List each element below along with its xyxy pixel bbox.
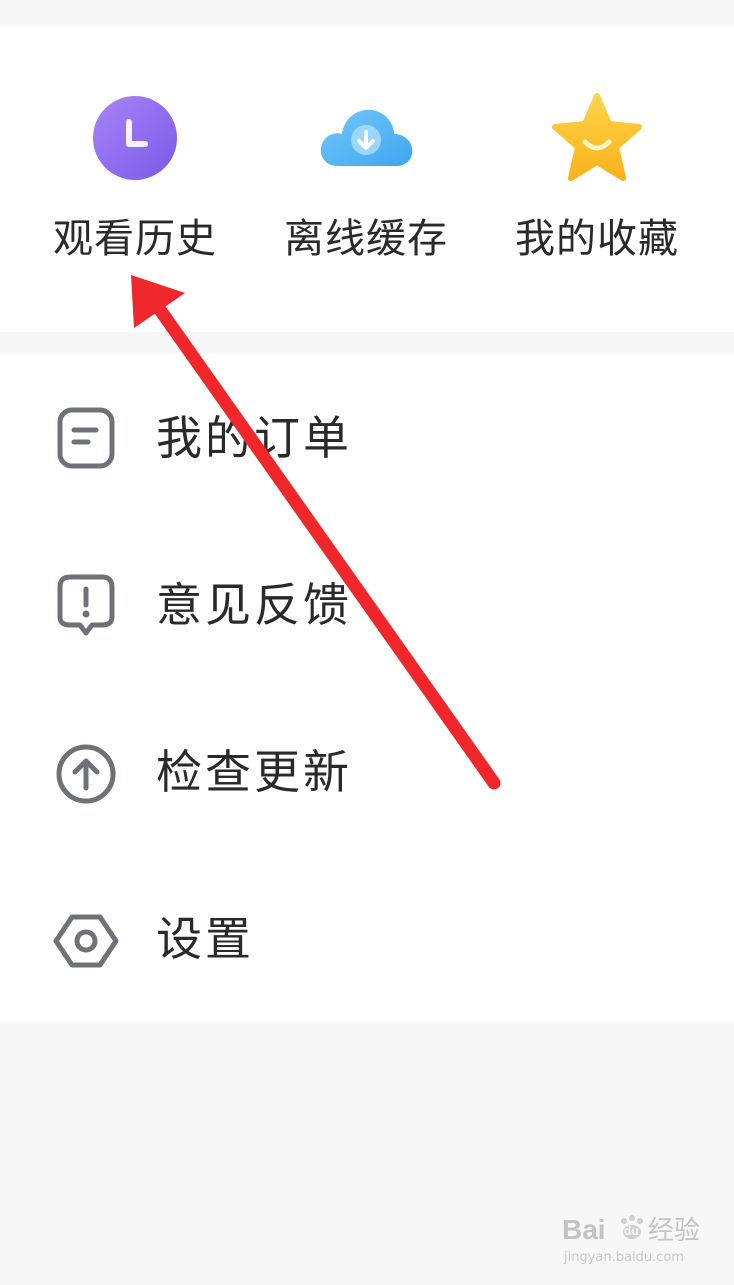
menu-item-label: 设置	[156, 912, 254, 966]
watermark-brand-mid: du	[624, 1224, 639, 1238]
upload-arrow-icon	[52, 738, 120, 806]
my-favorites-button[interactable]: 我的收藏	[482, 92, 712, 272]
clock-icon	[85, 92, 185, 188]
offline-cache-button[interactable]: 离线缓存	[251, 92, 481, 272]
feedback-icon	[52, 571, 120, 639]
watermark-url: jingyan.baidu.com	[563, 1250, 684, 1265]
watermark-logo: Bai du 经验 jingyan.baidu.com	[560, 1205, 720, 1275]
menu-list: 我的订单 意见反馈 检查更新 设置	[0, 354, 734, 1022]
watermark-brand: Bai	[562, 1214, 606, 1245]
cloud-download-icon	[316, 92, 416, 188]
star-icon	[547, 92, 647, 188]
menu-item-label: 我的订单	[156, 411, 352, 465]
quick-actions-panel: 观看历史 离线缓存 我的收藏	[0, 26, 734, 332]
offline-cache-label: 离线缓存	[284, 216, 448, 262]
menu-item-check-update[interactable]: 检查更新	[0, 688, 734, 855]
watermark-suffix: 经验	[648, 1216, 700, 1246]
menu-item-label: 意见反馈	[156, 578, 352, 632]
my-favorites-label: 我的收藏	[515, 216, 679, 262]
watch-history-button[interactable]: 观看历史	[20, 92, 250, 272]
hexagon-settings-icon	[52, 905, 120, 973]
menu-item-feedback[interactable]: 意见反馈	[0, 521, 734, 688]
menu-item-my-orders[interactable]: 我的订单	[0, 354, 734, 521]
menu-item-settings[interactable]: 设置	[0, 855, 734, 1022]
watch-history-label: 观看历史	[53, 216, 217, 262]
order-list-icon	[52, 404, 120, 472]
menu-item-label: 检查更新	[156, 745, 352, 799]
